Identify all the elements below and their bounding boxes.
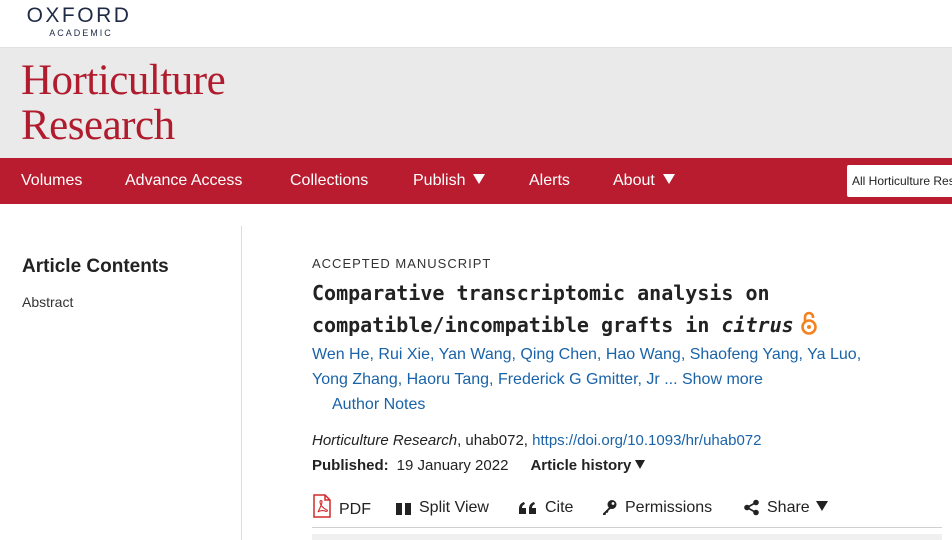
nav-alerts[interactable]: Alerts (529, 158, 570, 204)
show-more-authors-link[interactable]: Show more (682, 371, 763, 388)
oxford-academic-logo[interactable]: OXFORD ACADEMIC (20, 4, 138, 38)
published-row: Published: 19 January 2022 Article history (312, 453, 952, 478)
split-view-icon (396, 503, 411, 515)
published-label: Published: (312, 457, 389, 474)
open-access-icon (800, 311, 817, 335)
article-header: ACCEPTED MANUSCRIPT Comparative transcri… (312, 256, 952, 478)
share-button[interactable]: Share (743, 494, 828, 522)
chevron-down-icon (662, 174, 675, 184)
pdf-icon (313, 494, 331, 518)
nav-volumes-label: Volumes (21, 172, 83, 189)
nav-advance-access[interactable]: Advance Access (125, 158, 242, 204)
journal-header: Horticulture Research (0, 48, 952, 158)
publisher-bar: OXFORD ACADEMIC (0, 0, 952, 48)
journal-title-line1: Horticulture (21, 57, 226, 104)
nav-collections[interactable]: Collections (290, 158, 368, 204)
citation-journal-name: Horticulture Research (312, 432, 458, 449)
nav-advance-access-label: Advance Access (125, 172, 243, 189)
doi-link[interactable]: https://doi.org/10.1093/hr/uhab072 (532, 432, 761, 449)
article-history-toggle[interactable]: Article history (530, 457, 646, 474)
author-link[interactable]: Hao Wang (606, 346, 681, 363)
author-link[interactable]: Frederick G Gmitter, Jr (498, 371, 660, 388)
pdf-label: PDF (339, 501, 371, 518)
author-line-1: Wen He, Rui Xie, Yan Wang, Qing Chen, Ha… (312, 346, 862, 363)
split-view-label: Split View (419, 499, 489, 516)
article-title-text: Comparative transcriptomic analysis on c… (312, 281, 770, 337)
journal-logo[interactable]: Horticulture Research (21, 57, 226, 149)
cite-button[interactable]: Cite (518, 494, 573, 522)
chevron-down-icon (815, 501, 828, 511)
sidebar-link-abstract[interactable]: Abstract (22, 294, 222, 310)
citation-article-id: , uhab072, (457, 432, 533, 449)
toolbar-divider (312, 527, 942, 528)
logo-academic-text: ACADEMIC (49, 28, 113, 38)
main-nav: Volumes Advance Access Collections Publi… (0, 158, 952, 204)
share-label: Share (767, 499, 810, 516)
author-link[interactable]: Rui Xie (378, 346, 430, 363)
quote-icon (519, 502, 536, 514)
logo-oxford-text: OXFORD (26, 4, 132, 27)
nav-alerts-label: Alerts (529, 172, 570, 189)
authors-ellipsis: ... (664, 371, 678, 388)
author-notes-link[interactable]: Author Notes (332, 392, 952, 417)
nav-about[interactable]: About (613, 158, 675, 204)
cite-label: Cite (545, 499, 574, 516)
author-link[interactable]: Shaofeng Yang (690, 346, 799, 363)
permissions-label: Permissions (625, 499, 713, 516)
article-toolbar: PDF Split View Cite Permissions Share (312, 494, 942, 524)
article-history-label: Article history (530, 457, 632, 474)
article-title: Comparative transcriptomic analysis on c… (312, 277, 912, 341)
journal-title-line2: Research (21, 102, 175, 149)
nav-volumes[interactable]: Volumes (21, 158, 82, 204)
nav-publish-label: Publish (413, 172, 466, 189)
search-scope-select[interactable]: All Horticulture Research (847, 165, 952, 197)
key-icon (603, 500, 617, 515)
content-panel-edge (312, 534, 942, 540)
nav-publish[interactable]: Publish (413, 158, 486, 204)
nav-collections-label: Collections (290, 172, 369, 189)
author-link[interactable]: Yan Wang (439, 346, 512, 363)
author-link[interactable]: Ya Luo (807, 346, 857, 363)
author-list: Wen He, Rui Xie, Yan Wang, Qing Chen, Ha… (312, 342, 952, 392)
permissions-button[interactable]: Permissions (601, 494, 712, 522)
author-line-2: Yong Zhang, Haoru Tang, Frederick G Gmit… (312, 371, 763, 388)
article-contents-heading: Article Contents (22, 256, 169, 277)
author-link[interactable]: Yong Zhang (312, 371, 398, 388)
nav-about-label: About (613, 172, 655, 189)
sidebar-divider (241, 226, 242, 540)
author-link[interactable]: Haoru Tang (407, 371, 489, 388)
author-link[interactable]: Wen He (312, 346, 370, 363)
split-view-button[interactable]: Split View (395, 494, 489, 522)
published-date: 19 January 2022 (396, 457, 509, 474)
author-link[interactable]: Qing Chen (520, 346, 597, 363)
share-icon (744, 499, 759, 516)
chevron-down-icon (473, 174, 486, 184)
chevron-down-icon (635, 460, 646, 469)
pdf-button[interactable]: PDF (312, 494, 371, 522)
article-title-italic: citrus (721, 313, 794, 337)
citation-line: Horticulture Research, uhab072, https://… (312, 428, 952, 453)
article-type-label: ACCEPTED MANUSCRIPT (312, 256, 492, 271)
article-contents-sidebar: Article Contents Abstract (22, 256, 222, 310)
